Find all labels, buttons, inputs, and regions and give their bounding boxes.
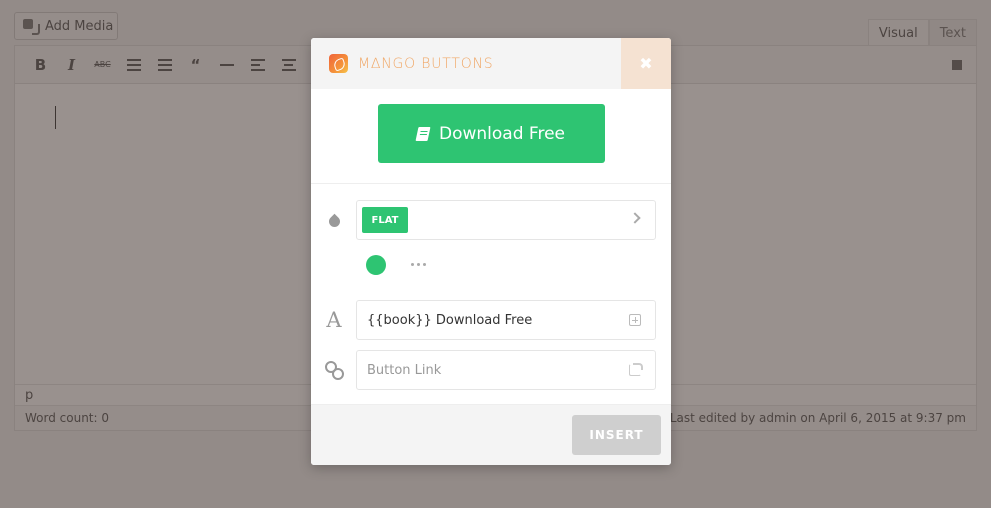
link-icon	[325, 360, 344, 380]
insert-button[interactable]: INSERT	[572, 415, 661, 455]
button-link-field-wrap	[356, 350, 656, 390]
link-row	[325, 360, 344, 380]
button-text-field-wrap	[356, 300, 656, 340]
font-icon: A	[326, 308, 342, 332]
button-preview-area: Download Free	[311, 89, 671, 184]
style-badge-flat: FLAT	[362, 207, 408, 233]
more-options-icon[interactable]	[411, 263, 426, 266]
modal-header: M∆NGO BUTTONS ✖	[311, 38, 671, 89]
close-icon: ✖	[639, 54, 653, 73]
color-swatch[interactable]	[366, 255, 386, 275]
insert-icon-button[interactable]	[629, 314, 641, 326]
button-preview-label: Download Free	[439, 123, 565, 144]
button-text-input[interactable]	[357, 301, 607, 339]
close-button[interactable]: ✖	[621, 38, 671, 89]
mango-buttons-modal: M∆NGO BUTTONS ✖ Download Free FLAT A IN	[311, 38, 671, 465]
button-link-input[interactable]	[357, 351, 607, 389]
brand-name: M∆NGO BUTTONS	[358, 55, 494, 72]
open-link-icon[interactable]	[629, 363, 643, 376]
droplet-icon	[326, 213, 342, 229]
button-settings-form: FLAT A	[311, 184, 671, 404]
button-preview[interactable]: Download Free	[377, 104, 605, 163]
book-icon	[416, 127, 431, 141]
style-selector[interactable]: FLAT	[356, 200, 656, 240]
style-row	[325, 210, 343, 229]
modal-footer: INSERT	[311, 404, 671, 465]
chevron-right-icon	[629, 212, 641, 224]
mango-logo-icon	[329, 54, 348, 73]
